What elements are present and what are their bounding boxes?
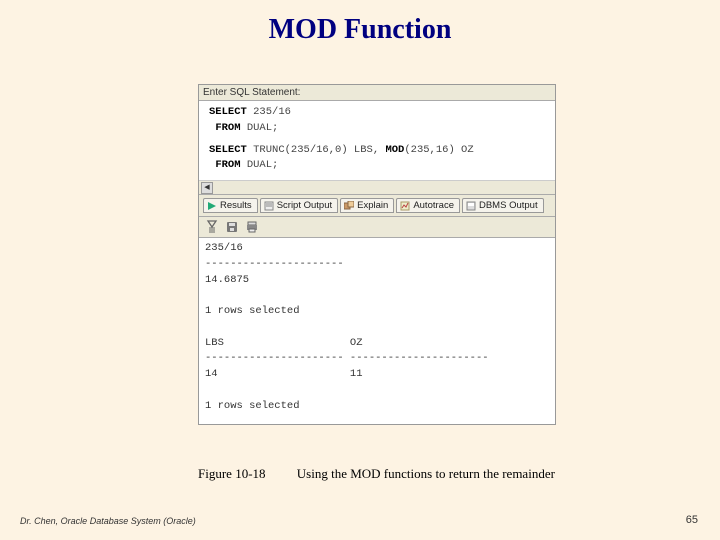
tab-label: Autotrace xyxy=(413,200,454,211)
tab-label: DBMS Output xyxy=(479,200,538,211)
keyword-select: SELECT xyxy=(209,106,247,118)
page-number: 65 xyxy=(686,514,698,526)
enter-sql-label: Enter SQL Statement: xyxy=(199,85,555,101)
footer-author: Dr. Chen, Oracle Database System (Oracle… xyxy=(20,516,196,526)
tab-label: Script Output xyxy=(277,200,332,211)
output-tabs: Results Script Output Explain Autotrace … xyxy=(199,194,555,217)
keyword-mod: MOD xyxy=(385,144,404,156)
tab-autotrace[interactable]: Autotrace xyxy=(396,198,460,213)
keyword-select: SELECT xyxy=(209,144,247,156)
keyword-from: FROM xyxy=(215,122,240,134)
keyword-from: FROM xyxy=(215,159,240,171)
code-text: (235,16) OZ xyxy=(404,144,473,156)
explain-icon xyxy=(344,201,354,211)
code-text: DUAL; xyxy=(241,122,279,134)
save-icon[interactable] xyxy=(225,220,239,234)
code-text: DUAL; xyxy=(241,159,279,171)
sql-developer-window: Enter SQL Statement: SELECT 235/16 FROM … xyxy=(198,84,556,425)
code-line: FROM DUAL; xyxy=(209,121,551,137)
figure-description: Using the MOD functions to return the re… xyxy=(297,466,555,481)
autotrace-icon xyxy=(400,201,410,211)
print-icon[interactable] xyxy=(245,220,259,234)
output-toolbar xyxy=(199,217,555,238)
code-line: SELECT 235/16 xyxy=(209,105,551,121)
script-icon xyxy=(264,201,274,211)
tab-results[interactable]: Results xyxy=(203,198,258,213)
scroll-left-icon[interactable]: ◀ xyxy=(201,182,213,194)
tab-script-output[interactable]: Script Output xyxy=(260,198,338,213)
figure-caption: Figure 10-18 Using the MOD functions to … xyxy=(198,466,555,482)
tab-label: Results xyxy=(220,200,252,211)
horizontal-scrollbar[interactable]: ◀ xyxy=(199,180,555,194)
code-text: 235/16 xyxy=(247,106,291,118)
clear-icon[interactable] xyxy=(205,220,219,234)
tab-dbms-output[interactable]: DBMS Output xyxy=(462,198,544,213)
figure-number: Figure 10-18 xyxy=(198,466,266,481)
play-icon xyxy=(207,201,217,211)
tab-label: Explain xyxy=(357,200,388,211)
script-output-area: 235/16 ---------------------- 14.6875 1 … xyxy=(199,238,555,424)
page-title: MOD Function xyxy=(0,0,720,46)
code-line: FROM DUAL; xyxy=(209,158,551,174)
code-line: SELECT TRUNC(235/16,0) LBS, MOD(235,16) … xyxy=(209,143,551,159)
tab-explain[interactable]: Explain xyxy=(340,198,394,213)
sql-code-area[interactable]: SELECT 235/16 FROM DUAL; SELECT TRUNC(23… xyxy=(199,101,555,180)
dbms-icon xyxy=(466,201,476,211)
code-text: TRUNC(235/16,0) LBS, xyxy=(247,144,386,156)
